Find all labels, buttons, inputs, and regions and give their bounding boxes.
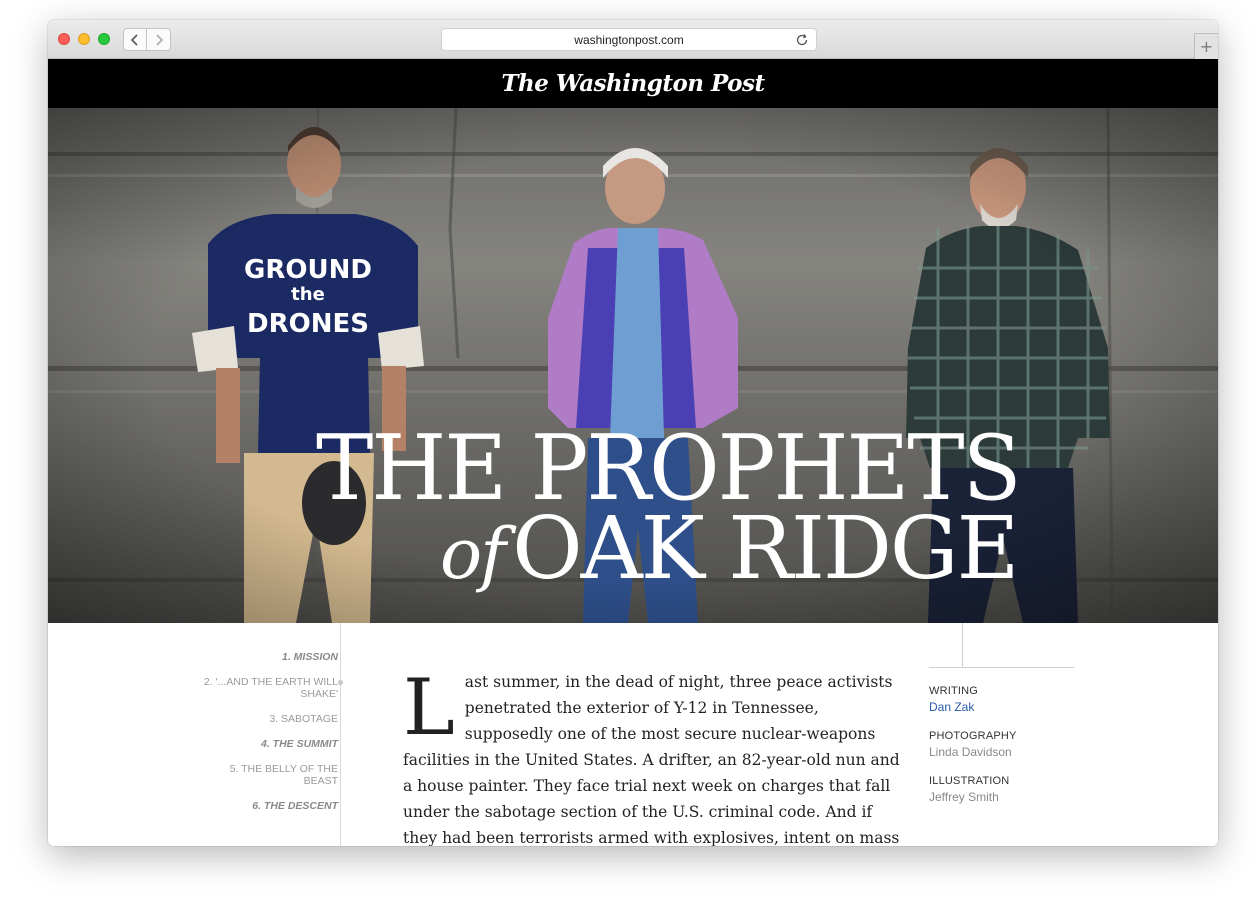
chevron-left-icon (130, 33, 138, 46)
toc-divider (340, 623, 341, 846)
back-button[interactable] (123, 28, 147, 51)
minimize-window-button[interactable] (78, 33, 90, 45)
toc-item-sabotage[interactable]: 3. SABOTAGE (198, 713, 338, 725)
table-of-contents: 1. MISSION 2. '...AND THE EARTH WILL SHA… (198, 651, 338, 825)
writing-author-link[interactable]: Dan Zak (929, 700, 1074, 714)
browser-titlebar: washingtonpost.com + (48, 20, 1218, 59)
close-window-button[interactable] (58, 33, 70, 45)
new-tab-button[interactable]: + (1194, 33, 1218, 59)
toc-item-descent[interactable]: 6. THE DESCENT (198, 800, 338, 812)
hero-title-line2: ofOAK RIDGE (440, 506, 1019, 595)
toc-item-summit[interactable]: 4. THE SUMMIT (198, 738, 338, 750)
illustration-label: ILLUSTRATION (929, 775, 1010, 787)
hero-title-of: of (440, 513, 506, 595)
toc-item-earth-will-shake[interactable]: 2. '...AND THE EARTH WILL SHAKE' (198, 676, 338, 700)
credits-connector-line (962, 623, 963, 667)
credits-panel: WRITING Dan Zak PHOTOGRAPHY Linda Davids… (929, 685, 1074, 820)
site-masthead: The Washington Post (48, 59, 1218, 108)
browser-window: washingtonpost.com + The Washington Post (48, 20, 1218, 846)
credits-divider (929, 667, 1074, 668)
article-content: 1. MISSION 2. '...AND THE EARTH WILL SHA… (48, 623, 1218, 846)
article-body: L ast summer, in the dead of night, thre… (403, 669, 903, 846)
toc-item-mission[interactable]: 1. MISSION (198, 651, 338, 663)
zoom-window-button[interactable] (98, 33, 110, 45)
writing-label: WRITING (929, 685, 979, 697)
address-bar[interactable]: washingtonpost.com (441, 28, 817, 51)
photography-credit: Linda Davidson (929, 745, 1012, 759)
plus-icon: + (1199, 37, 1214, 56)
article-paragraph: ast summer, in the dead of night, three … (403, 673, 900, 846)
address-bar-url: washingtonpost.com (574, 32, 684, 47)
drop-cap: L (403, 663, 455, 753)
chevron-right-icon (155, 33, 163, 46)
toc-progress-dot (338, 680, 343, 685)
forward-button[interactable] (147, 28, 171, 51)
reload-icon[interactable] (795, 33, 809, 47)
site-logo[interactable]: The Washington Post (501, 70, 765, 97)
hero-title-oak-ridge: OAK RIDGE (512, 499, 1019, 599)
illustration-credit: Jeffrey Smith (929, 790, 999, 804)
photography-label: PHOTOGRAPHY (929, 730, 1017, 742)
hero-section: GROUND the DRONES (48, 108, 1218, 623)
toc-item-belly-of-the-beast[interactable]: 5. THE BELLY OF THE BEAST (198, 763, 338, 787)
